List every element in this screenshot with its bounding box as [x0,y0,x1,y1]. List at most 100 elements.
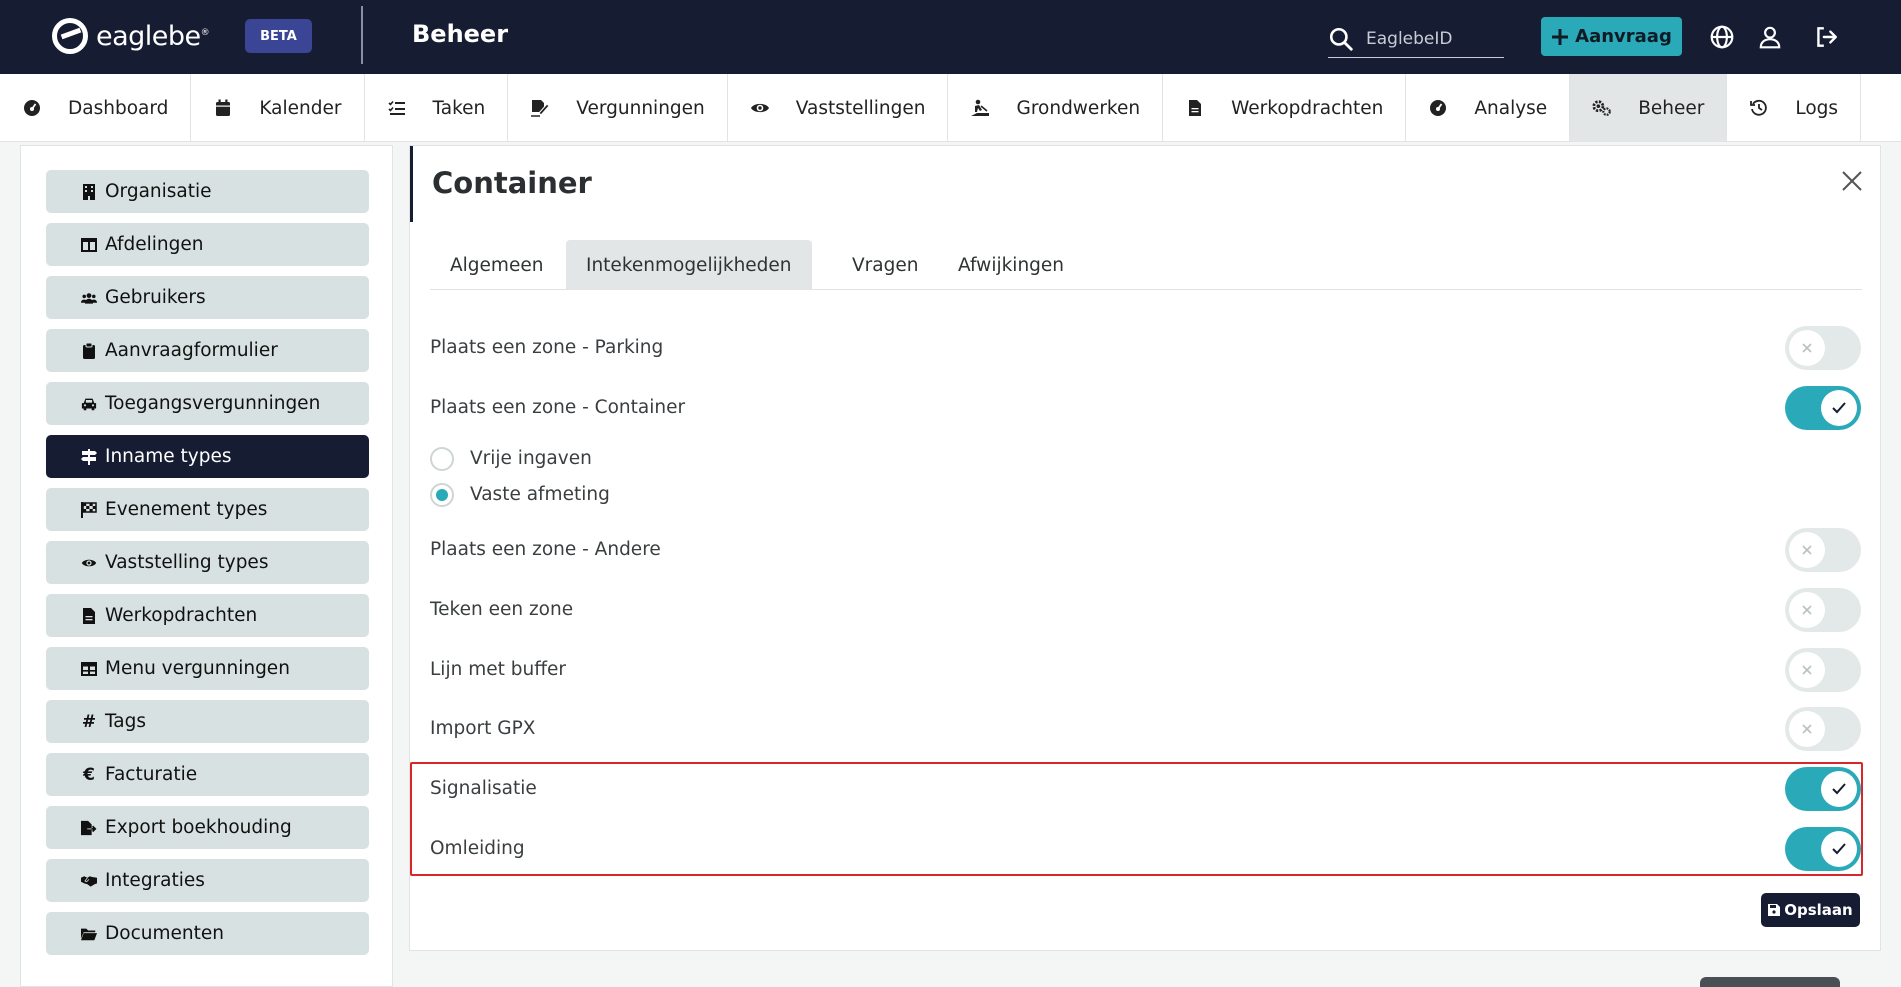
close-icon [1842,171,1862,191]
sidebar-item-label: Evenement types [105,499,268,520]
floppy-disk-icon [1768,904,1781,916]
close-button[interactable] [1836,165,1868,197]
tab-afwijkingen[interactable]: Afwijkingen [938,240,1084,290]
nav-item-beheer[interactable]: Beheer [1570,74,1728,141]
checklist-icon [387,98,407,118]
x-icon [1802,724,1812,734]
check-icon [1832,783,1846,795]
plus-icon [1552,28,1569,45]
file-icon [1185,98,1205,118]
toggle-lijn-met-buffer[interactable] [1785,648,1861,692]
header-divider [361,6,363,64]
sidebar-item-evenement-types[interactable]: Evenement types [46,488,369,531]
toggle-plaats-zone-andere[interactable] [1785,528,1861,572]
user-icon[interactable] [1757,24,1783,50]
euro-icon: € [83,764,95,785]
check-icon [1832,402,1846,414]
signs-icon [81,448,97,465]
search-input[interactable] [1366,28,1496,49]
sidebar-item-label: Menu vergunningen [105,658,290,679]
toggle-plaats-zone-container[interactable] [1785,386,1861,430]
x-icon [1802,665,1812,675]
sidebar-item-integraties[interactable]: Integraties [46,859,369,902]
tab-vragen[interactable]: Vragen [832,240,938,290]
table-icon [81,661,97,677]
sidebar-item-menu-vergunningen[interactable]: Menu vergunningen [46,647,369,690]
sidebar-item-vaststelling-types[interactable]: Vaststelling types [46,541,369,584]
sidebar-item-label: Afdelingen [105,234,204,255]
sidebar-item-label: Gebruikers [105,287,206,308]
nav-item-vaststellingen[interactable]: Vaststellingen [728,74,949,141]
folder-icon [81,926,97,942]
calendar-icon [213,98,233,118]
clipboard-icon [81,342,97,359]
toggle-import-gpx[interactable] [1785,707,1861,751]
nav-item-dashboard[interactable]: Dashboard [0,74,192,141]
aanvraag-button[interactable]: Aanvraag [1541,17,1682,56]
flag-icon [81,501,97,518]
sidebar-item-afdelingen[interactable]: Afdelingen [46,223,369,266]
sidebar-item-toegangsvergunningen[interactable]: Toegangsvergunningen [46,382,369,425]
sidebar-item-label: Aanvraagformulier [105,340,278,361]
main-navigation: Dashboard Kalender Taken Vergunningen Va… [0,74,1901,142]
radio-label: Vrije ingaven [470,448,592,469]
option-label: Teken een zone [430,599,574,620]
sidebar-item-tags[interactable]: # Tags [46,700,369,743]
inname-type-detail-panel: Container Algemeen Intekenmogelijkheden … [409,145,1881,951]
logout-icon[interactable] [1813,24,1839,50]
beheer-sidebar: Organisatie Afdelingen Gebruikers Aanvra… [20,145,393,987]
radio-vaste-afmeting[interactable] [430,483,454,507]
save-button[interactable]: Opslaan [1761,893,1860,927]
nav-item-vergunningen[interactable]: Vergunningen [508,74,728,141]
sidebar-item-documenten[interactable]: Documenten [46,912,369,955]
history-icon [1749,98,1769,118]
sidebar-item-label: Werkopdrachten [105,605,258,626]
nav-item-taken[interactable]: Taken [365,74,509,141]
sidebar-item-label: Inname types [105,446,232,467]
nav-item-kalender[interactable]: Kalender [191,74,365,141]
sidebar-item-export-boekhouding[interactable]: Export boekhouding [46,806,369,849]
tab-algemeen[interactable]: Algemeen [430,240,563,290]
top-bar: eaglebe® BETA Beheer Aanvraag [0,0,1901,74]
sidebar-item-aanvraagformulier[interactable]: Aanvraagformulier [46,329,369,372]
toggle-plaats-zone-parking[interactable] [1785,326,1861,370]
toggle-signalisatie[interactable] [1785,767,1861,811]
nav-item-label: Taken [432,97,486,119]
globe-icon[interactable] [1709,24,1735,50]
columns-icon [81,237,97,253]
sidebar-item-facturatie[interactable]: € Facturatie [46,753,369,796]
signature-icon [530,98,550,118]
tab-intekenmogelijkheden[interactable]: Intekenmogelijkheden [566,240,812,290]
partially-visible-button[interactable] [1700,977,1840,987]
nav-item-analyse[interactable]: Analyse [1406,74,1571,141]
sidebar-item-label: Vaststelling types [105,552,269,573]
sidebar-item-werkopdrachten[interactable]: Werkopdrachten [46,594,369,637]
eaglebe-logo-icon [52,18,88,54]
option-label: Lijn met buffer [430,659,566,680]
toggle-teken-een-zone[interactable] [1785,588,1861,632]
file-export-icon [81,820,97,836]
option-label: Plaats een zone - Container [430,397,686,418]
search-icon[interactable] [1328,26,1354,52]
eye-icon [750,98,770,118]
users-icon [81,290,97,306]
nav-item-label: Logs [1795,97,1839,119]
toggle-omleiding[interactable] [1785,827,1861,871]
nav-item-label: Beheer [1638,97,1705,119]
sidebar-item-gebruikers[interactable]: Gebruikers [46,276,369,319]
panel-accent-bar [410,146,413,222]
hashtag-icon: # [81,711,97,732]
sidebar-item-organisatie[interactable]: Organisatie [46,170,369,213]
nav-item-grondwerken[interactable]: Grondwerken [948,74,1164,141]
nav-item-logs[interactable]: Logs [1727,74,1862,141]
x-icon [1802,545,1812,555]
sidebar-item-label: Export boekhouding [105,817,292,838]
option-label: Plaats een zone - Andere [430,539,661,560]
nav-item-werkopdrachten[interactable]: Werkopdrachten [1163,74,1407,141]
option-label: Omleiding [430,838,525,859]
radio-vrije-ingaven[interactable] [430,447,454,471]
eaglebe-logo[interactable]: eaglebe® [52,18,210,54]
sidebar-item-label: Integraties [105,870,205,891]
nav-item-label: Grondwerken [1016,97,1141,119]
sidebar-item-inname-types[interactable]: Inname types [46,435,369,478]
